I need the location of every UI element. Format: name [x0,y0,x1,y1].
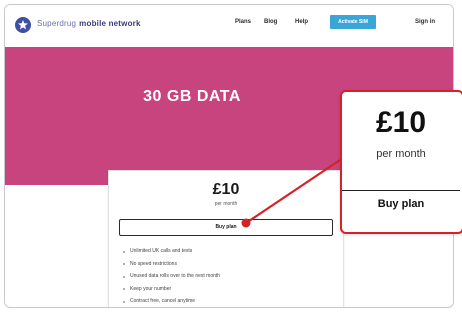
callout-divider [342,190,460,191]
callout-pointer-dot [241,218,251,228]
callout-price-period: per month [376,148,426,160]
zoom-callout: £10 per month Buy plan [340,90,462,234]
callout-price: £10 [375,106,427,139]
callout-buy-plan-button[interactable]: Buy plan [342,198,460,210]
